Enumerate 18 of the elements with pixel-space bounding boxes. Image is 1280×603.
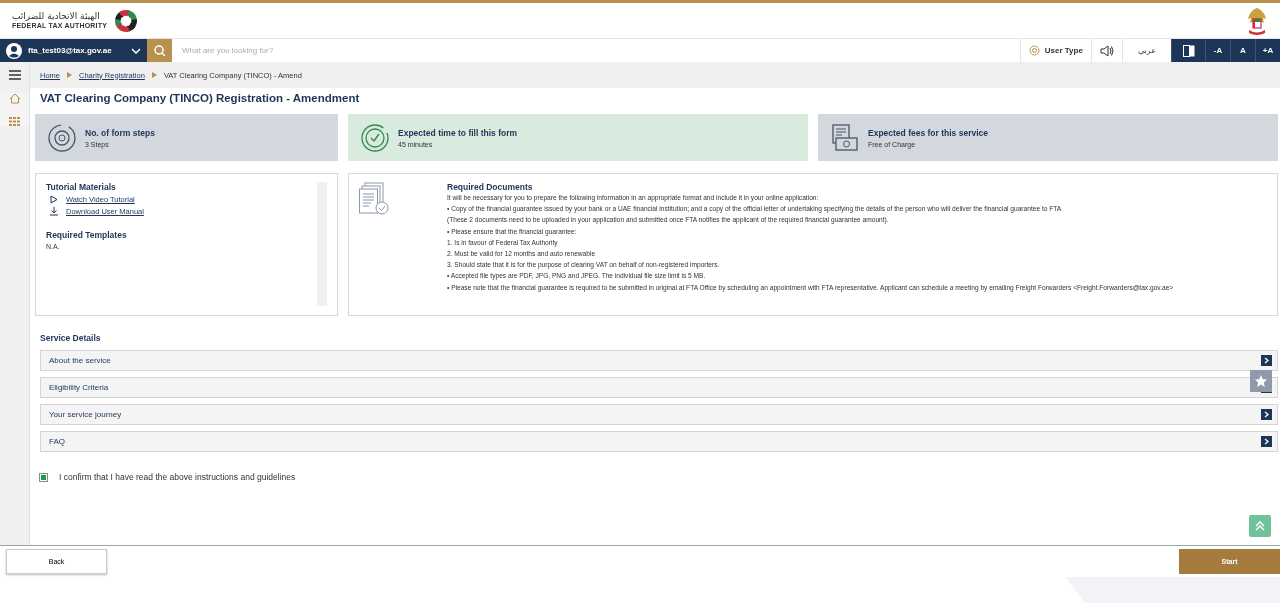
section-title: Required Templates — [46, 230, 128, 240]
accordion-header[interactable]: Your service journey — [40, 404, 1278, 425]
section-title: Required Documents — [447, 182, 534, 192]
card-title: Expected fees for this service — [868, 127, 988, 138]
accordion-header[interactable]: Eligibility Criteria — [40, 377, 1278, 398]
logo-arabic-text: الهيئة الاتحادية للضرائب — [12, 11, 100, 21]
accordion-header[interactable]: About the service — [40, 350, 1278, 371]
section-title: Tutorial Materials — [46, 182, 117, 192]
page-title: VAT Clearing Company (TINCO) Registration - Amendment — [40, 92, 361, 104]
section-title: Service Details — [40, 333, 102, 343]
font-size-button[interactable]: A — [1230, 39, 1255, 62]
card-title: No. of form steps — [85, 127, 155, 138]
user-menu-button[interactable]: fta_test03@tax.gov.ae — [0, 39, 147, 62]
checkbox-label: I confirm that I have read the above instructions and guidelines — [59, 472, 296, 482]
font-size-button[interactable]: -A — [1205, 39, 1230, 62]
card-title: Expected time to fill this form — [398, 127, 518, 138]
accordion-header[interactable]: FAQ — [40, 431, 1278, 452]
font-size-button[interactable]: +A — [1255, 39, 1280, 62]
